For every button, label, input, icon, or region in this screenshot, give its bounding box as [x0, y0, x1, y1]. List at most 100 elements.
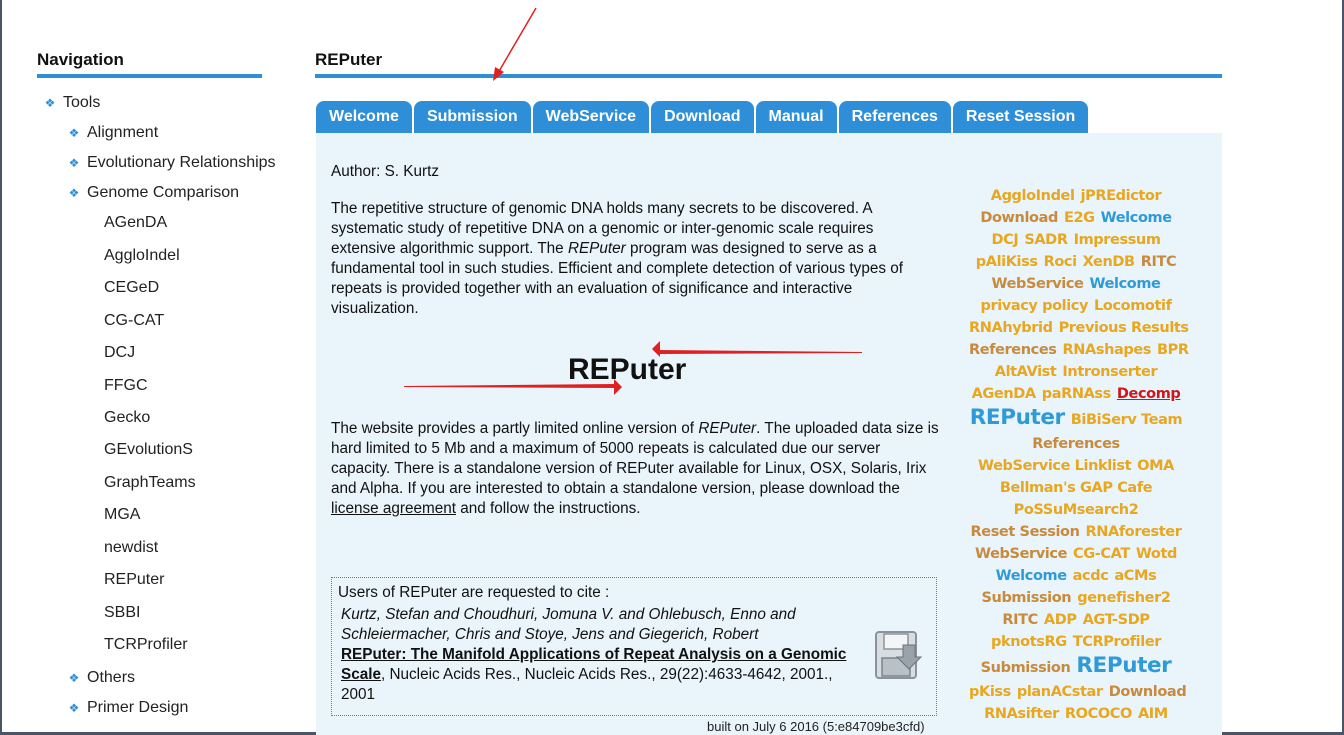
tag-link[interactable]: BiBiServ Team [1071, 412, 1183, 428]
tag-cloud-line: Download E2G Welcome [966, 206, 1186, 228]
nav-item-ffgc[interactable]: FFGC [104, 377, 148, 395]
tag-link[interactable]: Submission [981, 660, 1071, 676]
tag-link[interactable]: Decomp [1117, 386, 1181, 402]
tab-download[interactable]: Download [651, 101, 754, 133]
tab-webservice[interactable]: WebService [532, 101, 650, 133]
tag-link[interactable]: pAliKiss [976, 254, 1038, 270]
nav-item-tcrprofiler[interactable]: TCRProfiler [104, 636, 188, 654]
nav-item-graphteams[interactable]: GraphTeams [104, 474, 196, 492]
nav-item-cg-cat[interactable]: CG-CAT [104, 312, 164, 330]
nav-item-label: MGA [104, 506, 141, 523]
nav-item-label: Primer Design [87, 699, 189, 716]
tag-link[interactable]: planACstar [1017, 684, 1103, 700]
tag-link[interactable]: OMA [1137, 458, 1174, 474]
tag-link[interactable]: Welcome [1101, 210, 1172, 226]
expanded-icon[interactable]: ❖ [67, 186, 81, 200]
nav-item-others[interactable]: ❖ Others [67, 669, 135, 687]
tag-link[interactable]: WebService Linklist [978, 458, 1132, 474]
tag-link[interactable]: RITC [1141, 254, 1177, 270]
tag-cloud-line: WebService Welcome [966, 272, 1186, 294]
tab-manual[interactable]: Manual [755, 101, 837, 133]
tag-link[interactable]: DCJ [991, 232, 1018, 248]
collapsed-icon[interactable]: ❖ [67, 126, 81, 140]
tag-link[interactable]: jPREdictor [1081, 188, 1162, 204]
license-agreement-link[interactable]: license agreement [331, 500, 456, 517]
author-line: Author: S. Kurtz [331, 163, 439, 180]
bibtex-download-icon[interactable] [873, 627, 923, 683]
tab-bar: Welcome Submission WebService Download Manua… [316, 101, 1089, 133]
tag-link[interactable]: acdc [1073, 568, 1109, 584]
nav-item-alignment[interactable]: ❖ Alignment [67, 124, 159, 142]
tag-link[interactable]: Impressum [1074, 232, 1161, 248]
expanded-icon[interactable]: ❖ [43, 96, 57, 110]
tag-link[interactable]: TCRProfiler [1073, 634, 1162, 650]
tag-link[interactable]: RNAhybrid [969, 320, 1053, 336]
tag-link[interactable]: Bellman's GAP Cafe [1000, 480, 1153, 496]
nav-item-primer-design[interactable]: ❖ Primer Design [67, 699, 189, 717]
nav-item-gevolutions[interactable]: GEvolutionS [104, 441, 193, 459]
build-info: built on July 6 2016 (5:e84709be3cfd) [707, 719, 925, 734]
tag-link[interactable]: RNAshapes [1063, 342, 1152, 358]
tag-link[interactable]: Roci [1044, 254, 1077, 270]
tag-link[interactable]: BPR [1157, 342, 1189, 358]
tag-link[interactable]: aCMs [1114, 568, 1156, 584]
tag-link[interactable]: privacy policy [980, 298, 1088, 314]
tag-link[interactable]: References [1032, 436, 1120, 452]
tag-link[interactable]: REPuter [970, 405, 1065, 430]
tag-link[interactable]: Submission [981, 590, 1071, 606]
tag-link[interactable]: AltAVist [995, 364, 1057, 380]
tab-reset-session[interactable]: Reset Session [952, 101, 1089, 133]
nav-item-tools[interactable]: ❖ Tools [43, 94, 101, 112]
nav-item-label: newdist [104, 539, 159, 556]
nav-item-reputer[interactable]: REPuter [104, 571, 164, 589]
collapsed-icon[interactable]: ❖ [67, 701, 81, 715]
tag-link[interactable]: PoSSuMsearch2 [1014, 502, 1139, 518]
tag-link[interactable]: Welcome [1090, 276, 1161, 292]
nav-item-gecko[interactable]: Gecko [104, 409, 150, 427]
tag-link[interactable]: WebService [975, 546, 1067, 562]
tag-link[interactable]: AGT-SDP [1083, 612, 1150, 628]
tag-cloud-line: References [966, 432, 1186, 454]
collapsed-icon[interactable]: ❖ [67, 671, 81, 685]
nav-item-agenda[interactable]: AGenDA [104, 214, 167, 232]
tag-link[interactable]: XenDB [1083, 254, 1135, 270]
nav-item-sbbi[interactable]: SBBI [104, 604, 140, 622]
tag-link[interactable]: pknotsRG [991, 634, 1067, 650]
tag-link[interactable]: paRNAss [1042, 386, 1112, 402]
tag-link[interactable]: Download [980, 210, 1058, 226]
tag-link[interactable]: WebService [992, 276, 1084, 292]
tag-link[interactable]: Welcome [996, 568, 1067, 584]
tag-link[interactable]: Locomotif [1094, 298, 1172, 314]
tag-link[interactable]: RNAsifter [984, 706, 1059, 722]
nav-item-aggloindel[interactable]: AggloIndel [104, 247, 180, 265]
tag-link[interactable]: AggloIndel [991, 188, 1075, 204]
tab-submission[interactable]: Submission [413, 101, 531, 133]
tag-link[interactable]: Download [1109, 684, 1187, 700]
tag-link[interactable]: Reset Session [971, 524, 1080, 540]
nav-item-ceged[interactable]: CEGeD [104, 279, 159, 297]
tag-link[interactable]: pKiss [969, 684, 1011, 700]
tag-link[interactable]: genefisher2 [1077, 590, 1171, 606]
tag-link[interactable]: ADP [1044, 612, 1077, 628]
nav-item-evolutionary-relationships[interactable]: ❖ Evolutionary Relationships [67, 154, 276, 172]
nav-item-genome-comparison[interactable]: ❖ Genome Comparison [67, 184, 239, 202]
tab-references[interactable]: References [838, 101, 951, 133]
tag-link[interactable]: E2G [1064, 210, 1095, 226]
collapsed-icon[interactable]: ❖ [67, 156, 81, 170]
tag-link[interactable]: Intronserter [1062, 364, 1157, 380]
tab-welcome[interactable]: Welcome [316, 101, 412, 133]
tag-link[interactable]: Previous Results [1059, 320, 1189, 336]
tag-link[interactable]: SADR [1024, 232, 1068, 248]
tag-link[interactable]: Wotd [1136, 546, 1178, 562]
tag-link[interactable]: RNAforester [1086, 524, 1182, 540]
tag-link[interactable]: AIM [1138, 706, 1168, 722]
tag-link[interactable]: ROCOCO [1065, 706, 1132, 722]
nav-item-mga[interactable]: MGA [104, 506, 140, 524]
nav-item-newdist[interactable]: newdist [104, 539, 158, 557]
tag-link[interactable]: CG-CAT [1073, 546, 1130, 562]
nav-item-dcj[interactable]: DCJ [104, 344, 135, 362]
tag-link[interactable]: AGenDA [972, 386, 1037, 402]
tag-link[interactable]: REPuter [1076, 653, 1171, 678]
tag-link[interactable]: RITC [1002, 612, 1038, 628]
tag-link[interactable]: References [969, 342, 1057, 358]
